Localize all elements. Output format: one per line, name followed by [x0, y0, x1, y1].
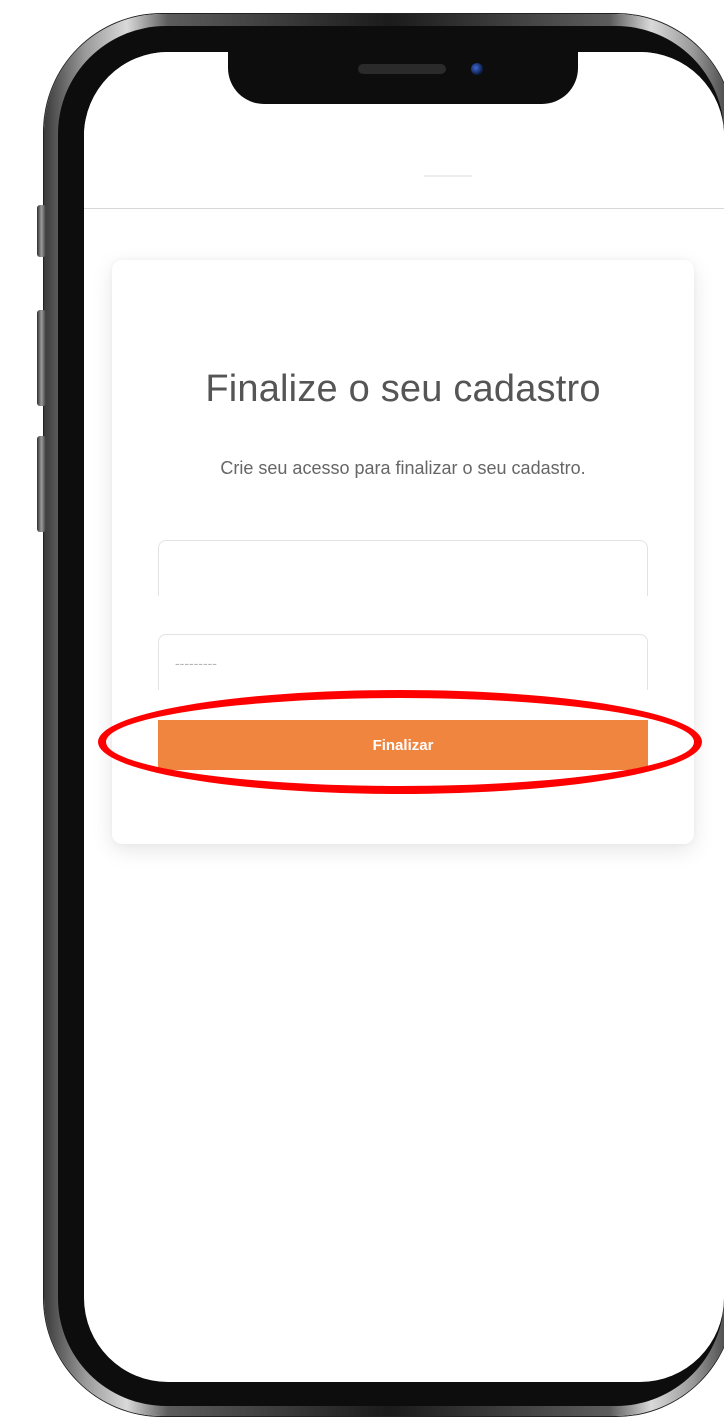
page-subtitle: Crie seu acesso para finalizar o seu cad… — [220, 458, 586, 478]
front-camera — [471, 63, 483, 75]
screenshot-stage: Finalize o seu cadastro Crie seu acesso … — [0, 0, 724, 1426]
side-button-mute — [37, 205, 46, 257]
speaker-grille — [358, 64, 446, 74]
signup-card: Finalize o seu cadastro Crie seu acesso … — [112, 260, 694, 844]
side-button-volume-up — [37, 310, 46, 406]
finalize-button[interactable]: Finalizar — [158, 720, 648, 770]
page-title: Finalize o seu cadastro — [205, 368, 601, 410]
email-field[interactable] — [158, 540, 648, 596]
side-button-volume-down — [37, 436, 46, 532]
phone-screen: Finalize o seu cadastro Crie seu acesso … — [84, 52, 724, 1382]
header-logo — [424, 175, 472, 177]
password-field[interactable] — [158, 634, 648, 690]
